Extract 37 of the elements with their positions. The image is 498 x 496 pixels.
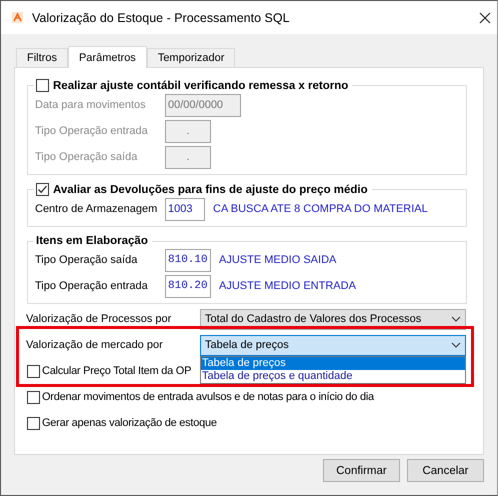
chevron-down-icon — [451, 342, 461, 348]
checkbox[interactable] — [36, 79, 49, 92]
input-field[interactable]: 1003 — [165, 198, 205, 220]
field-description: AJUSTE MEDIO SAIDA — [219, 254, 336, 266]
combo-label: Valorização de mercado por — [26, 339, 164, 351]
dialog-button[interactable]: Cancelar — [407, 459, 484, 482]
app-icon — [12, 12, 23, 23]
tab[interactable]: Filtros — [16, 48, 68, 67]
close-icon[interactable] — [479, 12, 491, 24]
field-label: Centro de Armazenagem — [35, 203, 157, 215]
chevron-down-icon — [451, 316, 461, 322]
input-field[interactable]: 810.10 — [165, 248, 211, 272]
group-title: Itens em Elaboração — [36, 235, 148, 247]
combo-label: Valorização de Processos por — [26, 313, 172, 325]
field-description: AJUSTE MEDIO ENTRADA — [219, 280, 356, 292]
window-title: Valorização do Estoque - Processamento SQL — [32, 10, 291, 24]
dialog-button[interactable]: Confirmar — [323, 459, 400, 482]
dropdown-option[interactable]: Tabela de preços — [201, 356, 465, 370]
field-label: Tipo Operação saída — [35, 151, 138, 163]
field-label: Tipo Operação saída — [35, 254, 138, 266]
checkbox[interactable] — [27, 416, 40, 430]
field-label: Data para movimentos — [35, 99, 147, 111]
checkbox[interactable] — [27, 390, 40, 404]
checkbox-label: Gerar apenas valorização de estoque — [42, 417, 217, 429]
input-field[interactable]: 810.20 — [165, 274, 211, 298]
checkbox-label: Calcular Preço Total Item da OP — [42, 365, 192, 377]
group-title: Avaliar as Devoluções para fins de ajuste do preço médio — [53, 184, 368, 196]
tab[interactable]: Temporizador — [146, 48, 236, 67]
field-description: CA BUSCA ATE 8 COMPRA DO MATERIAL — [213, 203, 428, 215]
field-label: Tipo Operação entrada — [35, 280, 149, 292]
checkbox[interactable] — [36, 183, 49, 196]
field-label: Tipo Operação entrada — [35, 125, 149, 137]
checkbox-label: Ordenar movimentos de entrada avulsos e de notas para o início do dia — [42, 391, 374, 403]
tab[interactable]: Parâmetros — [68, 46, 147, 68]
group-title: Realizar ajuste contábil verificando remessa x retorno — [53, 80, 348, 92]
dropdown-option[interactable]: Tabela de preços e quantidade — [201, 370, 465, 382]
checkbox[interactable] — [27, 364, 40, 378]
